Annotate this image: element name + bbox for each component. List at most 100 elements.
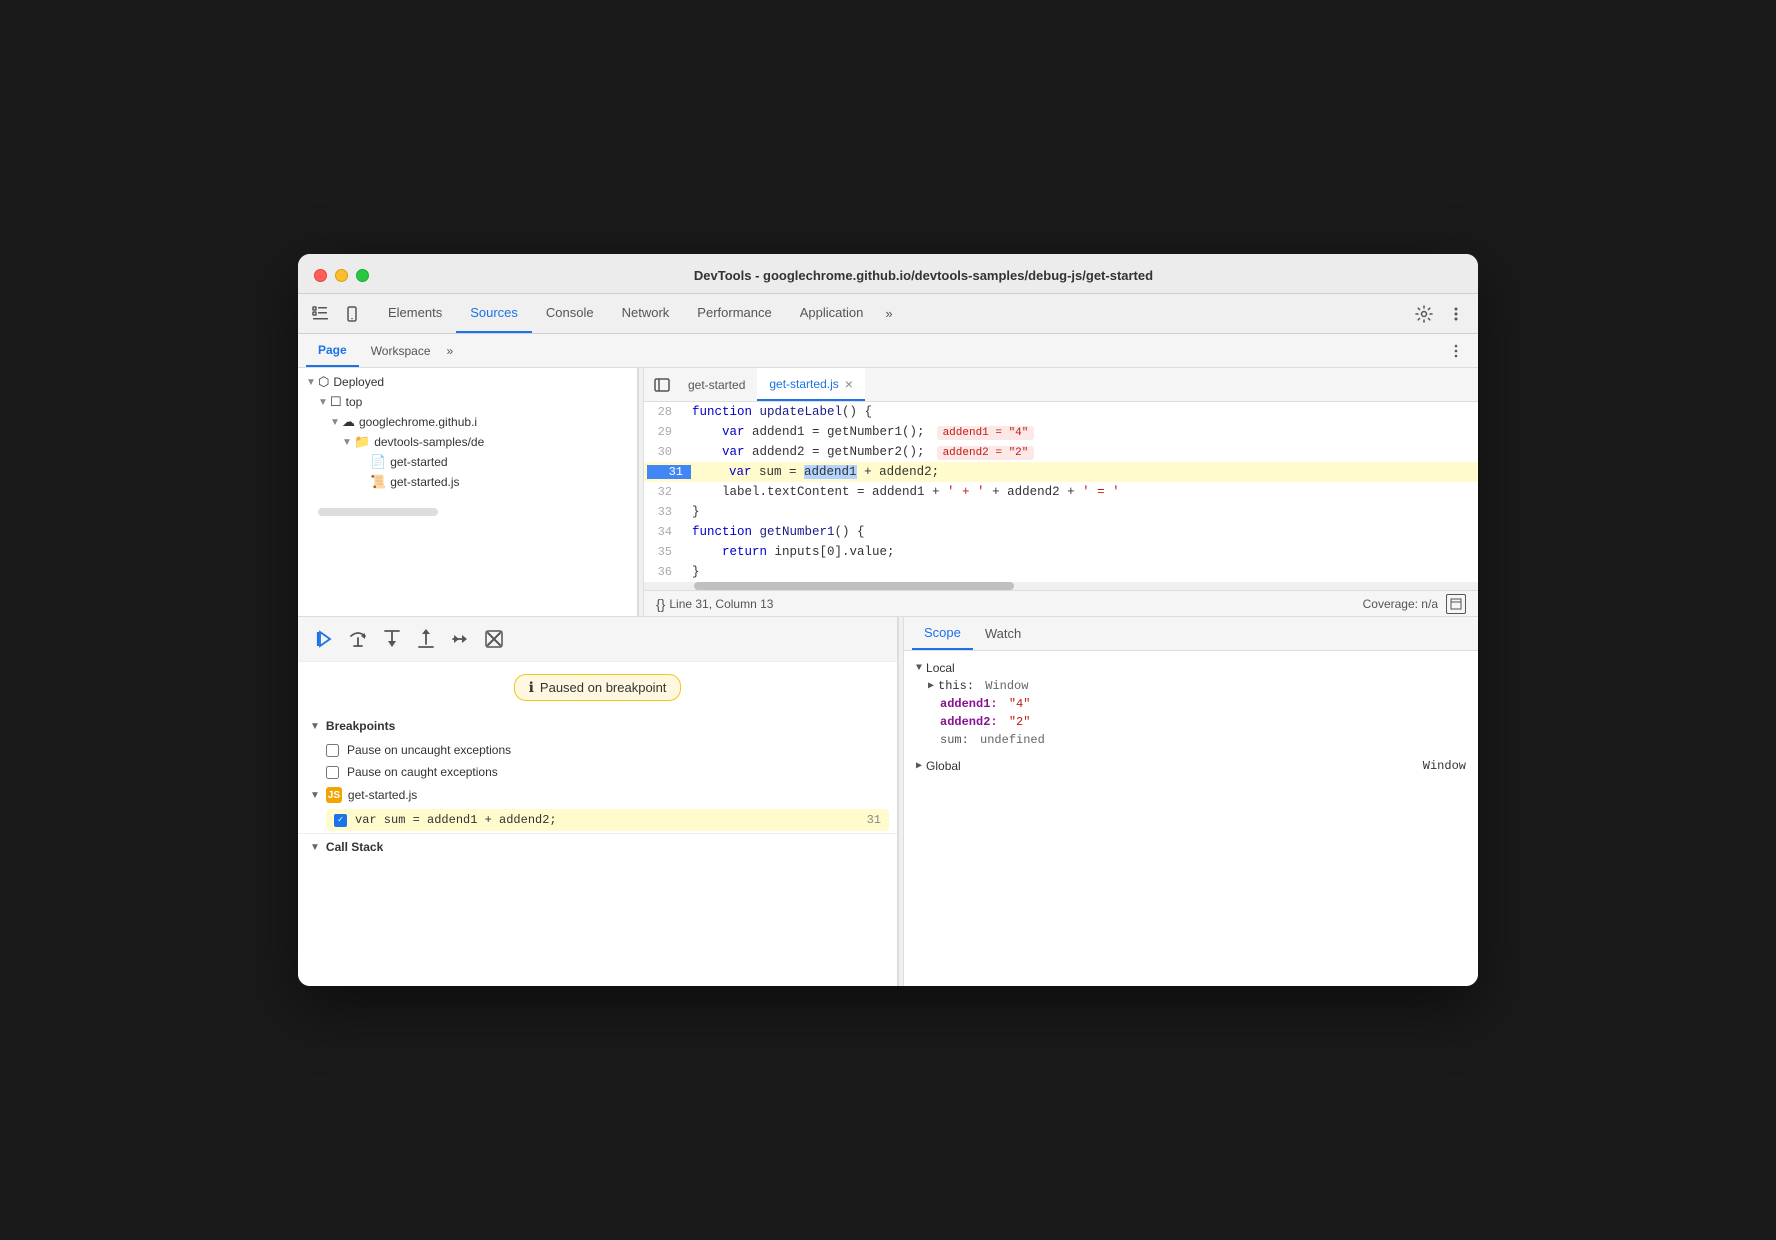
bottom-panel: ℹ Paused on breakpoint ▼ Breakpoints Pau… [298, 616, 1478, 986]
status-bar: {} Line 31, Column 13 Coverage: n/a [644, 590, 1478, 616]
pause-uncaught-item: Pause on uncaught exceptions [298, 739, 897, 761]
mobile-icon[interactable] [338, 300, 366, 328]
tree-label-domain: googlechrome.github.i [359, 415, 477, 429]
more-tabs-button[interactable]: » [877, 306, 900, 321]
toolbar-icons [306, 300, 366, 328]
pause-caught-checkbox[interactable] [326, 766, 339, 779]
js-file-icon: 📜 [370, 474, 386, 490]
code-line-30: 30 var addend2 = getNumber2();addend2 = … [644, 442, 1478, 462]
traffic-lights [314, 269, 369, 282]
info-icon: ℹ [529, 679, 534, 696]
tree-label-get-started: get-started [390, 455, 447, 469]
scope-local-header[interactable]: ▼ Local [904, 659, 1478, 677]
tab-sources[interactable]: Sources [456, 294, 532, 333]
resume-btn[interactable] [310, 625, 338, 653]
step-btn[interactable] [446, 625, 474, 653]
global-label: Global [926, 759, 1419, 773]
sources-panel: Page Workspace » [298, 334, 1478, 616]
minimize-button[interactable] [335, 269, 348, 282]
code-line-34: 34 function getNumber1() { [644, 522, 1478, 542]
main-tab-bar: Elements Sources Console Network Perform… [374, 294, 1410, 333]
sub-tab-workspace[interactable]: Workspace [359, 334, 443, 367]
cloud-icon: ☁ [342, 414, 355, 430]
tab-file-get-started[interactable]: get-started [676, 368, 757, 401]
toggle-sidebar-icon[interactable] [648, 371, 676, 399]
step-into-btn[interactable] [378, 625, 406, 653]
horizontal-scrollbar[interactable] [644, 582, 1478, 590]
line-content-29: var addend1 = getNumber1();addend1 = "4" [684, 425, 1478, 439]
scrollbar-thumb[interactable] [694, 582, 1014, 590]
line-content-35: return inputs[0].value; [684, 545, 1478, 559]
file-icon: 📄 [370, 454, 386, 470]
call-stack-label: Call Stack [326, 840, 383, 854]
tree-label-top: top [346, 395, 363, 409]
global-arrow: ▶ [916, 760, 922, 772]
scope-this-item[interactable]: ▶ this: Window [904, 677, 1478, 695]
local-arrow: ▼ [916, 663, 922, 674]
pause-uncaught-checkbox[interactable] [326, 744, 339, 757]
debug-panel: ℹ Paused on breakpoint ▼ Breakpoints Pau… [298, 617, 898, 986]
sub-tab-more[interactable]: » [443, 344, 458, 358]
tab-network[interactable]: Network [608, 294, 684, 333]
file-tree: ▼ ⬡ Deployed ▼ ☐ top ▼ ☁ googlechrome.gi… [298, 368, 638, 616]
line-content-30: var addend2 = getNumber2();addend2 = "2" [684, 445, 1478, 459]
tree-label-devtools-samples: devtools-samples/de [374, 435, 484, 449]
tree-item-get-started-js[interactable]: ▶ 📜 get-started.js [298, 472, 637, 492]
more-options-sub-icon[interactable] [1442, 337, 1470, 365]
tree-item-get-started[interactable]: ▶ 📄 get-started [298, 452, 637, 472]
tab-application[interactable]: Application [786, 294, 878, 333]
line-num-32: 32 [644, 485, 684, 499]
editor-tabs: get-started get-started.js × [644, 368, 1478, 402]
scope-tabs: Scope Watch [904, 617, 1478, 651]
more-options-icon[interactable] [1442, 300, 1470, 328]
line-num-31: 31 [647, 465, 691, 479]
deactivate-btn[interactable] [480, 625, 508, 653]
tree-item-devtools-samples[interactable]: ▼ 📁 devtools-samples/de [298, 432, 637, 452]
toolbar-actions [1410, 300, 1470, 328]
inspect-icon[interactable] [306, 300, 334, 328]
code-line-36: 36 } [644, 562, 1478, 582]
tab-file-get-started-js[interactable]: get-started.js × [757, 368, 865, 401]
code-editor[interactable]: 28 function updateLabel() { 29 var adden… [644, 402, 1478, 582]
close-tab-icon[interactable]: × [845, 377, 853, 391]
scope-tab-scope[interactable]: Scope [912, 617, 973, 650]
tree-arrow-domain: ▼ [330, 417, 342, 428]
debug-toolbar [298, 617, 897, 662]
breakpoints-arrow: ▼ [310, 721, 320, 732]
breakpoint-item[interactable]: ✓ var sum = addend1 + addend2; 31 [326, 809, 889, 831]
paused-badge: ℹ Paused on breakpoint [514, 674, 682, 701]
scope-tab-watch[interactable]: Watch [973, 617, 1033, 650]
close-button[interactable] [314, 269, 327, 282]
code-line-32: 32 label.textContent = addend1 + ' + ' +… [644, 482, 1478, 502]
coverage-icon[interactable] [1446, 594, 1466, 614]
step-over-btn[interactable] [344, 625, 372, 653]
this-arrow: ▶ [928, 680, 934, 692]
breakpoints-section-header[interactable]: ▼ Breakpoints [298, 713, 897, 739]
devtools-toolbar: Elements Sources Console Network Perform… [298, 294, 1478, 334]
paused-text: Paused on breakpoint [540, 680, 666, 695]
tree-item-domain[interactable]: ▼ ☁ googlechrome.github.i [298, 412, 637, 432]
curly-braces-icon: {} [656, 596, 665, 612]
tree-arrow-deployed: ▼ [306, 377, 318, 388]
scope-content: ▼ Local ▶ this: Window addend1: "4" [904, 651, 1478, 783]
coverage-text: Coverage: n/a [1363, 597, 1438, 611]
scope-addend2: addend2: "2" [904, 713, 1478, 731]
scope-global-header[interactable]: ▶ Global Window [904, 757, 1478, 775]
line-num-28: 28 [644, 405, 684, 419]
bp-checkbox[interactable]: ✓ [334, 814, 347, 827]
tab-performance[interactable]: Performance [683, 294, 785, 333]
tab-elements[interactable]: Elements [374, 294, 456, 333]
call-stack-header[interactable]: ▼ Call Stack [298, 833, 897, 860]
tree-item-deployed[interactable]: ▼ ⬡ Deployed [298, 372, 637, 392]
window-title: DevTools - googlechrome.github.io/devtoo… [385, 268, 1462, 283]
tree-item-top[interactable]: ▼ ☐ top [298, 392, 637, 412]
settings-icon[interactable] [1410, 300, 1438, 328]
scope-sum: sum: undefined [904, 731, 1478, 749]
line-num-29: 29 [644, 425, 684, 439]
status-right: Coverage: n/a [1363, 594, 1466, 614]
global-val: Window [1423, 759, 1466, 773]
tab-console[interactable]: Console [532, 294, 608, 333]
maximize-button[interactable] [356, 269, 369, 282]
sub-tab-page[interactable]: Page [306, 334, 359, 367]
step-out-btn[interactable] [412, 625, 440, 653]
